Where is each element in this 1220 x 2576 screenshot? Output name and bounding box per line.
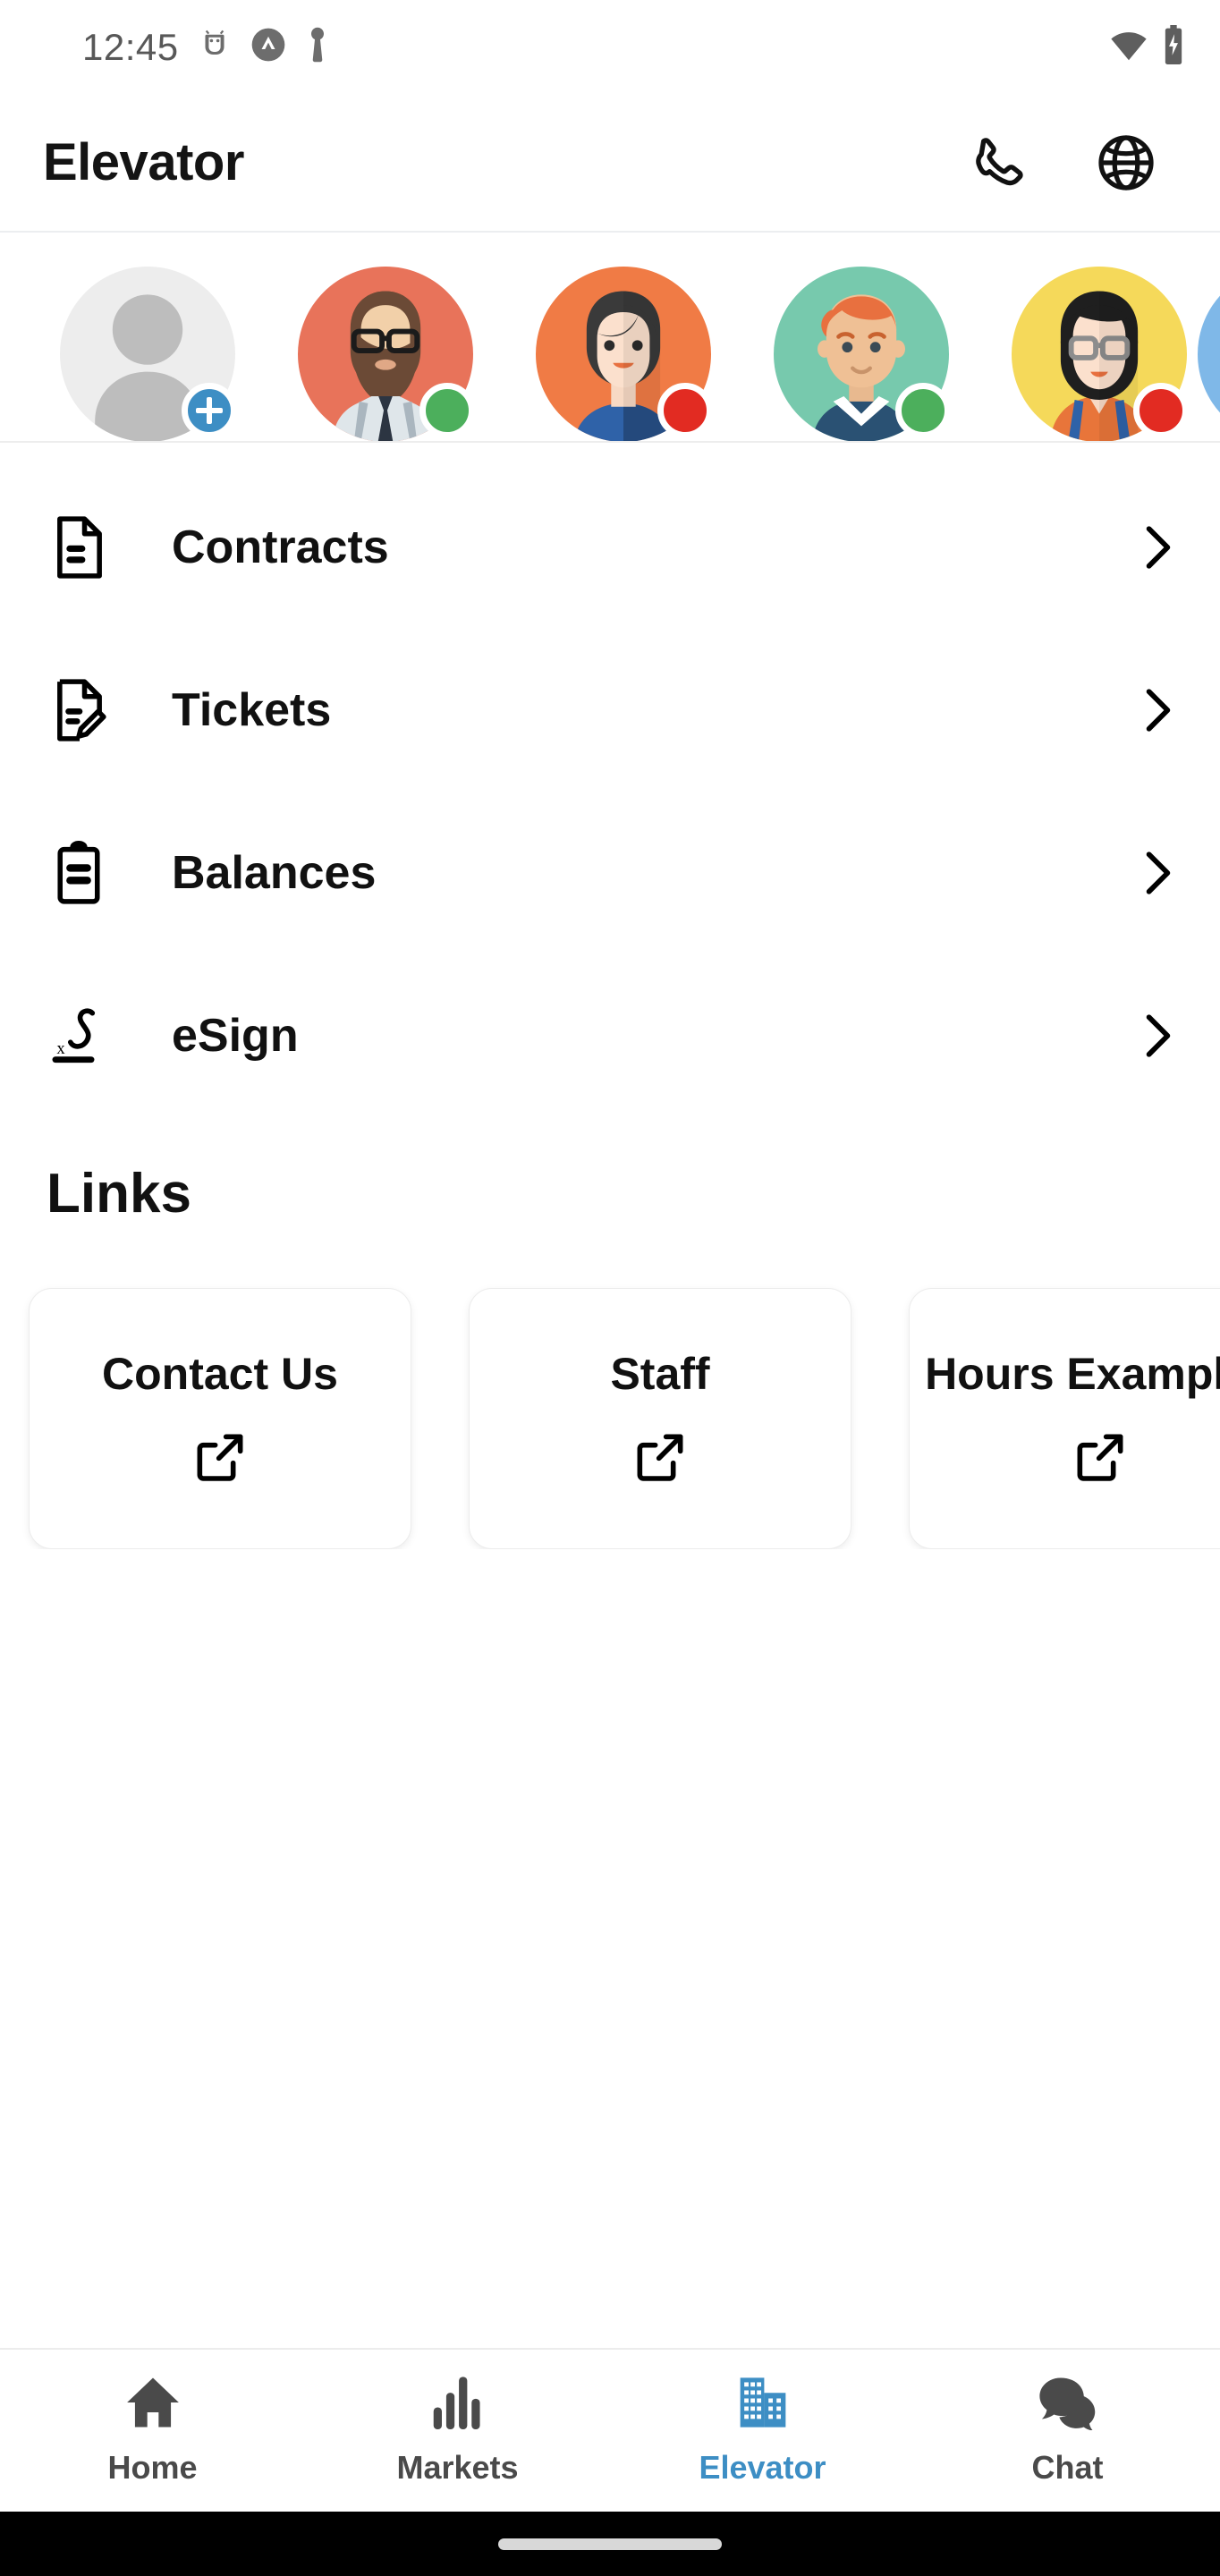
links-row: Contact Us Staff Hours Exampl xyxy=(0,1225,1220,1549)
links-section: Contact Us Staff Hours Exampl xyxy=(0,1225,1220,1549)
nav-item-chat[interactable]: Chat xyxy=(915,2350,1220,2512)
menu-item-label: Balances xyxy=(172,847,377,899)
contact-kate-p[interactable]: Kate P. xyxy=(980,267,1218,441)
nav-item-label: Home xyxy=(107,2449,198,2486)
contact-jane-d[interactable]: Jane D. xyxy=(504,267,742,441)
battery-charging-icon xyxy=(1161,25,1186,69)
external-link-icon xyxy=(1072,1428,1129,1490)
chat-bubbles-icon xyxy=(1038,2375,1097,2435)
links-heading: Links xyxy=(47,1163,191,1224)
menu-item-label: Tickets xyxy=(172,684,332,736)
status-bar: 12:45 xyxy=(0,0,1220,94)
app-badge-icon xyxy=(250,27,286,67)
phone-icon[interactable] xyxy=(964,130,1030,196)
contact-new-chat[interactable]: New Chat xyxy=(29,267,267,441)
home-gesture-pill[interactable] xyxy=(498,2538,722,2550)
nav-item-label: Chat xyxy=(1031,2449,1104,2486)
external-link-icon xyxy=(191,1428,249,1490)
status-badge-busy xyxy=(1133,383,1189,438)
android-debug-icon xyxy=(199,27,231,67)
gesture-navigation-bar xyxy=(0,2512,1220,2576)
bar-chart-icon xyxy=(431,2375,485,2435)
link-card-label: Staff xyxy=(610,1348,710,1399)
contact-alex-d[interactable]: Alex D. xyxy=(742,267,980,441)
signature-icon: x xyxy=(52,1004,129,1068)
status-badge-online xyxy=(419,383,475,438)
avatar xyxy=(298,267,475,441)
nav-item-markets[interactable]: Markets xyxy=(305,2350,610,2512)
contacts-strip[interactable]: New Chat xyxy=(0,233,1220,443)
nav-item-home[interactable]: Home xyxy=(0,2350,305,2512)
vpn-key-icon xyxy=(306,26,329,68)
nav-item-label: Markets xyxy=(396,2449,519,2486)
chevron-right-icon xyxy=(1138,850,1173,896)
avatar xyxy=(1012,267,1189,441)
menu-item-label: Contracts xyxy=(172,521,389,573)
menu-item-contracts[interactable]: Contracts xyxy=(0,466,1220,629)
building-icon xyxy=(735,2375,791,2435)
chevron-right-icon xyxy=(1138,524,1173,571)
app-bar: Elevator xyxy=(0,94,1220,233)
status-bar-left: 12:45 xyxy=(82,26,329,69)
avatar xyxy=(60,267,237,441)
contacts-list: New Chat xyxy=(0,233,1220,441)
link-card-contact-us[interactable]: Contact Us xyxy=(29,1288,411,1549)
page-title: Elevator xyxy=(43,133,244,191)
clipboard-icon xyxy=(52,841,129,905)
menu-item-esign[interactable]: x eSign xyxy=(0,954,1220,1117)
contact-john-d[interactable]: John D. xyxy=(267,267,504,441)
link-card-hours[interactable]: Hours Examples xyxy=(909,1288,1220,1549)
external-link-icon xyxy=(631,1428,689,1490)
document-edit-icon xyxy=(52,678,129,742)
document-icon xyxy=(52,515,129,580)
menu-item-label: eSign xyxy=(172,1010,299,1062)
chevron-right-icon xyxy=(1138,687,1173,733)
app-bar-actions xyxy=(964,130,1177,196)
svg-text:x: x xyxy=(56,1039,65,1058)
avatar xyxy=(1198,267,1220,441)
nav-item-elevator[interactable]: Elevator xyxy=(610,2350,915,2512)
menu-item-balances[interactable]: Balances xyxy=(0,792,1220,954)
wifi-icon xyxy=(1109,27,1148,67)
chevron-right-icon xyxy=(1138,1013,1173,1059)
avatar xyxy=(536,267,713,441)
add-contact-badge[interactable] xyxy=(182,383,237,438)
link-card-staff[interactable]: Staff xyxy=(469,1288,851,1549)
status-badge-busy xyxy=(657,383,713,438)
status-bar-clock: 12:45 xyxy=(82,25,179,68)
menu-list: Contracts Tickets Balances x eSign xyxy=(0,443,1220,1117)
avatar xyxy=(774,267,951,441)
app-screen: 12:45 Elevator Contracts Tickets Balance… xyxy=(0,0,1220,2576)
link-card-label: Contact Us xyxy=(102,1348,338,1399)
status-badge-online xyxy=(895,383,951,438)
nav-item-label: Elevator xyxy=(699,2449,826,2486)
bottom-navigation: Home Markets Elevator Chat xyxy=(0,2348,1220,2512)
avatar-image xyxy=(1198,267,1220,441)
status-bar-right xyxy=(1109,25,1186,69)
menu-item-tickets[interactable]: Tickets xyxy=(0,629,1220,792)
globe-icon[interactable] xyxy=(1093,130,1159,196)
link-card-label: Hours Examples xyxy=(925,1348,1220,1399)
home-icon xyxy=(123,2375,182,2435)
